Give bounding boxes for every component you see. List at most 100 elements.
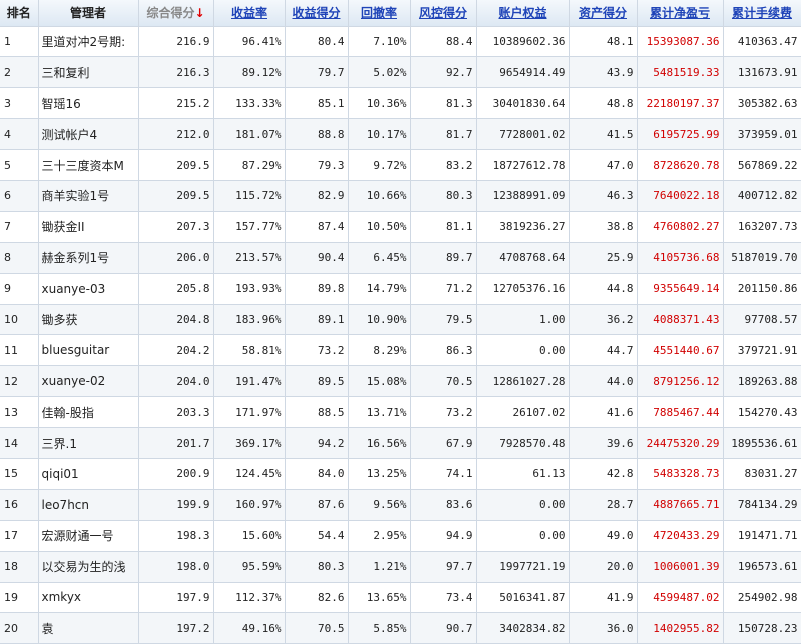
cell-asset-score: 43.9	[569, 56, 638, 89]
cell-rank: 1	[0, 26, 39, 58]
cell-equity: 7928570.48	[476, 427, 570, 459]
cell-fees: 305382.63	[723, 87, 801, 120]
cell-rank: 17	[0, 520, 39, 552]
cell-equity: 3819236.27	[476, 211, 570, 243]
header-score-sort[interactable]: 综合得分↓	[138, 0, 214, 27]
cell-asset-score: 28.7	[569, 489, 638, 521]
cell-manager: xuanye-03	[38, 273, 139, 305]
table-row: 11 bluesguitar 204.2 58.81% 73.2 8.29% 86.3 0.0…	[0, 334, 801, 367]
header-equity-sort[interactable]: 账户权益	[476, 0, 570, 27]
cell-risk-score: 97.7	[410, 551, 477, 583]
cell-net-pnl: 4720433.29	[637, 520, 724, 552]
cell-return-rate: 193.93%	[213, 273, 286, 305]
cell-asset-score: 20.0	[569, 551, 638, 583]
cell-return-rate: 157.77%	[213, 211, 286, 243]
cell-score: 216.9	[138, 26, 214, 58]
cell-return-rate: 95.59%	[213, 551, 286, 583]
cell-manager: 宏源财通一号	[38, 520, 139, 552]
cell-rank: 11	[0, 334, 39, 367]
cell-drawdown: 15.08%	[348, 365, 411, 398]
cell-fees: 83031.27	[723, 458, 801, 490]
cell-fees: 196573.61	[723, 551, 801, 583]
cell-return-rate: 112.37%	[213, 582, 286, 614]
cell-risk-score: 71.2	[410, 273, 477, 305]
cell-return-rate: 160.97%	[213, 489, 286, 521]
cell-manager: 佳翰-股指	[38, 396, 139, 429]
table-row: 10 锄多获 204.8 183.96% 89.1 10.90% 79.5 1.00 36.2 4…	[0, 304, 801, 336]
cell-risk-score: 81.3	[410, 87, 477, 120]
cell-return-rate: 58.81%	[213, 334, 286, 367]
cell-return-rate: 89.12%	[213, 56, 286, 89]
cell-asset-score: 36.2	[569, 304, 638, 336]
cell-risk-score: 73.4	[410, 582, 477, 614]
cell-net-pnl: 4760802.27	[637, 211, 724, 243]
table-row: 1 里道对冲2号期: 216.9 96.41% 80.4 7.10% 88.4 1038960…	[0, 26, 801, 58]
cell-return-score: 85.1	[285, 87, 349, 120]
cell-return-rate: 369.17%	[213, 427, 286, 459]
cell-score: 197.2	[138, 612, 214, 644]
cell-equity: 12705376.16	[476, 273, 570, 305]
table-row: 16 leo7hcn 199.9 160.97% 87.6 9.56% 83.6 0.00 28…	[0, 489, 801, 521]
cell-return-score: 90.4	[285, 242, 349, 274]
header-return-score-sort[interactable]: 收益得分	[285, 0, 349, 27]
cell-risk-score: 92.7	[410, 56, 477, 89]
cell-drawdown: 10.17%	[348, 118, 411, 151]
cell-manager: 三十三度资本M	[38, 149, 139, 181]
cell-drawdown: 6.45%	[348, 242, 411, 274]
cell-return-score: 54.4	[285, 520, 349, 552]
cell-net-pnl: 4105736.68	[637, 242, 724, 274]
table-header-row: 排名 管理者 综合得分↓ 收益率 收益得分 回撤率 风控得分 账户权益 资产得分…	[0, 0, 801, 27]
cell-return-rate: 181.07%	[213, 118, 286, 151]
cell-equity: 0.00	[476, 489, 570, 521]
cell-rank: 5	[0, 149, 39, 181]
cell-fees: 410363.47	[723, 26, 801, 58]
cell-manager: 里道对冲2号期:	[38, 26, 139, 58]
header-asset-score-sort[interactable]: 资产得分	[569, 0, 638, 27]
cell-risk-score: 88.4	[410, 26, 477, 58]
header-net-pnl-sort[interactable]: 累计净盈亏	[637, 0, 724, 27]
cell-manager: 锄多获	[38, 304, 139, 336]
cell-return-rate: 49.16%	[213, 612, 286, 644]
cell-rank: 4	[0, 118, 39, 151]
header-risk-score-sort[interactable]: 风控得分	[410, 0, 477, 27]
cell-equity: 1.00	[476, 304, 570, 336]
cell-return-score: 88.8	[285, 118, 349, 151]
cell-return-score: 84.0	[285, 458, 349, 490]
cell-return-rate: 191.47%	[213, 365, 286, 398]
cell-drawdown: 5.02%	[348, 56, 411, 89]
cell-return-score: 82.9	[285, 180, 349, 212]
cell-drawdown: 2.95%	[348, 520, 411, 552]
header-score-label: 综合得分	[146, 6, 195, 21]
cell-rank: 7	[0, 211, 39, 243]
table-row: 17 宏源财通一号 198.3 15.60% 54.4 2.95% 94.9 0.00 49.0…	[0, 520, 801, 552]
cell-net-pnl: 8791256.12	[637, 365, 724, 398]
cell-return-score: 82.6	[285, 582, 349, 614]
cell-drawdown: 9.72%	[348, 149, 411, 181]
cell-rank: 13	[0, 396, 39, 429]
cell-rank: 8	[0, 242, 39, 274]
cell-risk-score: 89.7	[410, 242, 477, 274]
header-drawdown-sort[interactable]: 回撤率	[348, 0, 411, 27]
header-return-rate-sort[interactable]: 收益率	[213, 0, 286, 27]
cell-return-score: 88.5	[285, 396, 349, 429]
cell-net-pnl: 4088371.43	[637, 304, 724, 336]
cell-score: 205.8	[138, 273, 214, 305]
cell-asset-score: 42.8	[569, 458, 638, 490]
cell-rank: 6	[0, 180, 39, 212]
cell-risk-score: 94.9	[410, 520, 477, 552]
cell-score: 204.2	[138, 334, 214, 367]
cell-return-score: 79.7	[285, 56, 349, 89]
cell-risk-score: 73.2	[410, 396, 477, 429]
cell-asset-score: 44.7	[569, 334, 638, 367]
header-fees-sort[interactable]: 累计手续费	[723, 0, 801, 27]
cell-manager: 三和复利	[38, 56, 139, 89]
cell-equity: 30401830.64	[476, 87, 570, 120]
cell-risk-score: 81.7	[410, 118, 477, 151]
cell-asset-score: 41.5	[569, 118, 638, 151]
cell-risk-score: 79.5	[410, 304, 477, 336]
cell-score: 204.0	[138, 365, 214, 398]
cell-risk-score: 80.3	[410, 180, 477, 212]
cell-return-rate: 96.41%	[213, 26, 286, 58]
cell-fees: 373959.01	[723, 118, 801, 151]
cell-manager: qiqi01	[38, 458, 139, 490]
